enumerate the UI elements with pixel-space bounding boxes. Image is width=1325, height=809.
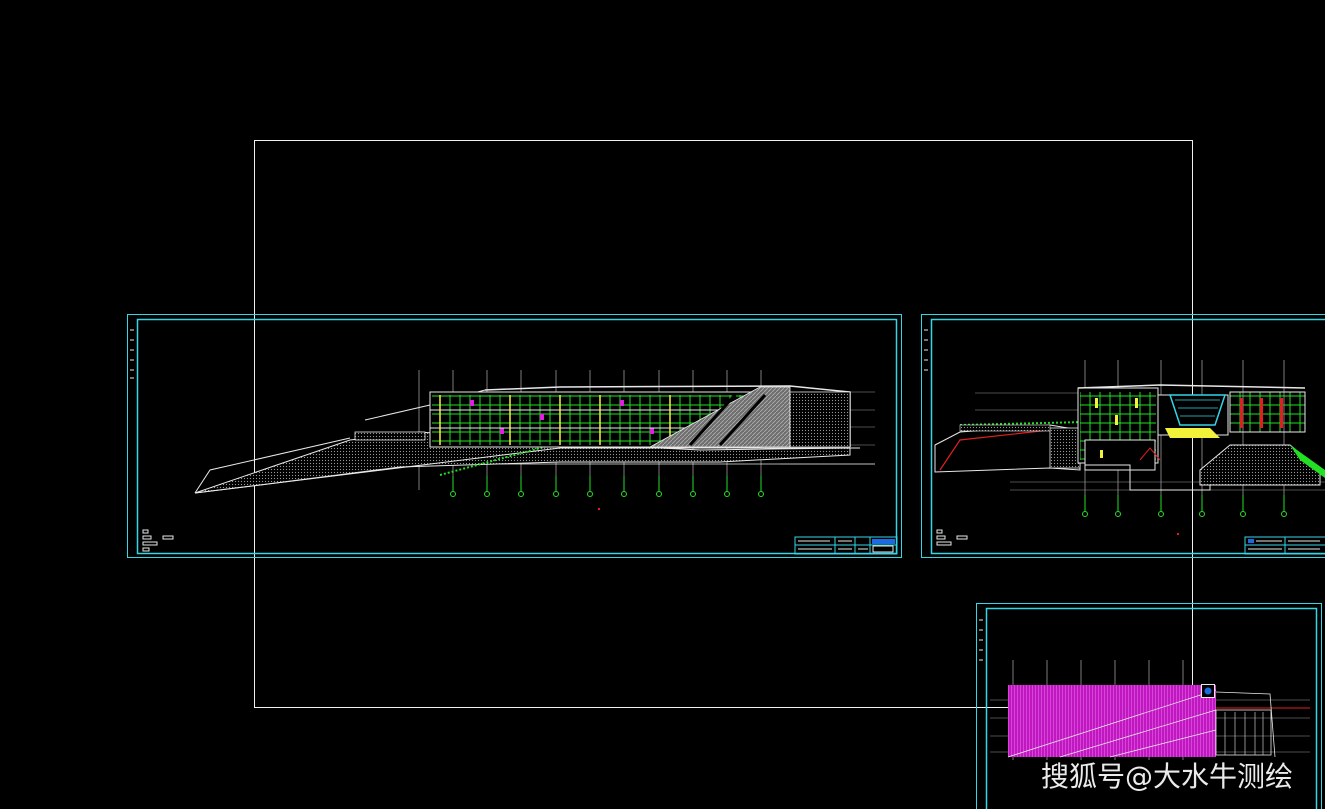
axis-markers (450, 476, 764, 497)
cad-model-space[interactable]: 搜狐号@大水牛测绘 (0, 0, 1325, 809)
title-block (794, 536, 898, 555)
axis-markers-2 (1082, 495, 1287, 517)
drawing-sheet-2[interactable] (921, 314, 1325, 558)
title-block-2 (1244, 536, 1325, 555)
legend-block (142, 529, 174, 552)
cad-drawing-canvas[interactable] (0, 0, 1325, 809)
drawing-sheet-1[interactable] (127, 314, 902, 558)
legend-block-2 (936, 529, 968, 546)
watermark-text: 搜狐号@大水牛测绘 (1040, 760, 1293, 793)
